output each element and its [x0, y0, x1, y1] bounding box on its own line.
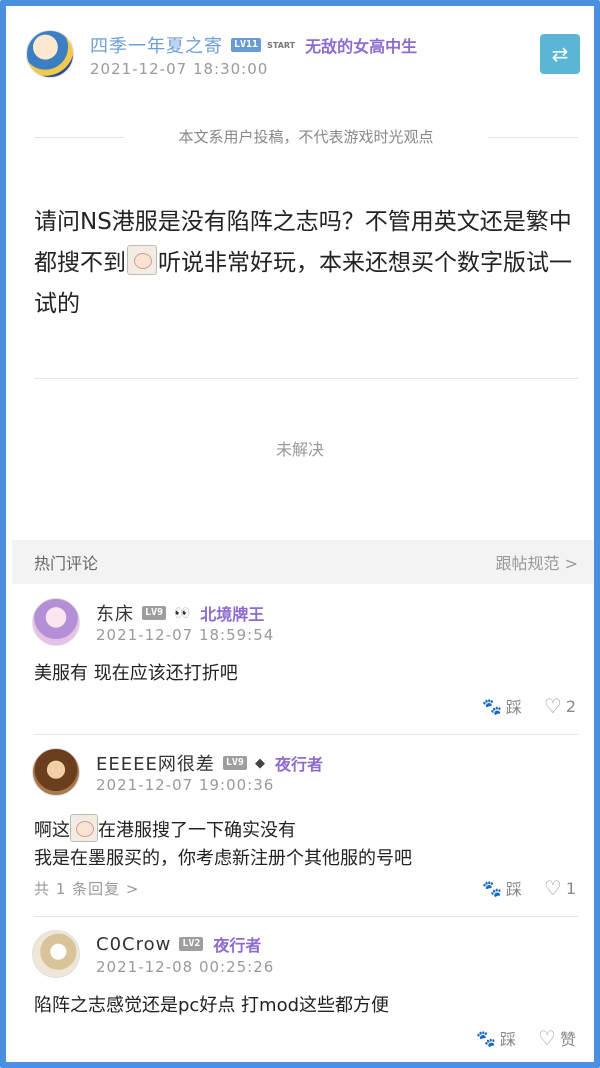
comment-item: 东床 LV9 👀 北境牌王 2021-12-07 18:59:54 美服有 现在…: [32, 598, 578, 728]
sticker-emoji-icon: [127, 245, 157, 275]
gem-medal-icon: ◆: [254, 755, 265, 771]
comment-text-part-2: 在港服搜了一下确实没有: [98, 820, 296, 841]
post-body: 请问NS港服是没有陷阵之志吗？不管用英文还是繁中都搜不到 听说非常好玩，本来还想买…: [34, 202, 582, 325]
commenter-name-line: C0Crow LV2 夜行者: [96, 932, 261, 956]
disclaimer: 本文系用户投稿，不代表游戏时光观点: [34, 124, 578, 152]
commenter-name-line: EEEEE网很差 LV9 ◆ 夜行者: [96, 750, 323, 776]
commenter-avatar[interactable]: [32, 930, 80, 978]
step-button[interactable]: 🐾 踩: [482, 876, 522, 900]
divider: [34, 378, 578, 379]
author-name-line: 四季一年夏之寄 LV11 START 无敌的女高中生: [90, 32, 417, 58]
comment-text: 陷阵之志感觉还是pc好点 打mod这些都方便: [34, 995, 390, 1016]
like-label: 赞: [559, 1030, 576, 1049]
like-count: 1: [565, 878, 576, 898]
like-button[interactable]: ♡ 2: [544, 694, 576, 718]
hot-comments-bar: 热门评论 跟帖规范 >: [12, 540, 594, 584]
comment-actions: 🐾 踩 ♡ 1: [482, 876, 576, 900]
status-unsolved: 未解决: [275, 440, 324, 459]
comment-date: 2021-12-08 00:25:26: [96, 958, 275, 976]
post-header: 四季一年夏之寄 LV11 START 无敌的女高中生 2021-12-07 18…: [26, 26, 580, 90]
level-badge: LV2: [179, 937, 204, 951]
reply-count-link[interactable]: 共 1 条回复 >: [34, 878, 139, 899]
author-title: 无敌的女高中生: [305, 37, 418, 56]
commenter-title: 夜行者: [213, 936, 262, 955]
comment-text-part-1: 啊这: [34, 820, 70, 841]
like-button[interactable]: ♡ 1: [544, 876, 576, 900]
comment-item: EEEEE网很差 LV9 ◆ 夜行者 2021-12-07 19:00:36 啊…: [32, 748, 578, 908]
comment-actions: 🐾 踩 ♡ 赞: [476, 1026, 576, 1050]
comment-item: C0Crow LV2 夜行者 2021-12-08 00:25:26 陷阵之志感…: [32, 930, 578, 1060]
hot-comments-title: 热门评论: [34, 554, 99, 573]
paw-icon: 🐾: [476, 1028, 497, 1048]
post-page: 四季一年夏之寄 LV11 START 无敌的女高中生 2021-12-07 18…: [0, 0, 600, 1068]
commenter-name[interactable]: 东床: [96, 600, 134, 626]
commenter-name[interactable]: C0Crow: [96, 934, 171, 955]
heart-icon: ♡: [543, 694, 562, 718]
like-count: 2: [565, 696, 576, 716]
sticker-emoji-icon: [70, 814, 98, 842]
swap-icon: ⇄: [551, 42, 569, 66]
comment-actions: 🐾 踩 ♡ 2: [482, 694, 576, 718]
posting-rules-link[interactable]: 跟帖规范 >: [496, 550, 579, 574]
commenter-avatar[interactable]: [32, 598, 80, 646]
switch-button[interactable]: ⇄: [540, 34, 580, 74]
paw-icon: 🐾: [481, 696, 502, 716]
heart-icon: ♡: [538, 1026, 556, 1050]
comment-date: 2021-12-07 19:00:36: [96, 776, 275, 794]
author-avatar[interactable]: [26, 30, 74, 78]
comment-text: 美服有 现在应该还打折吧: [34, 663, 238, 684]
commenter-title: 北境牌王: [200, 605, 265, 624]
start-tag: START: [267, 40, 296, 50]
level-badge: LV9: [142, 606, 167, 620]
divider: [488, 137, 578, 138]
heart-icon: ♡: [543, 876, 562, 900]
author-name[interactable]: 四季一年夏之寄: [90, 32, 223, 58]
commenter-name-line: 东床 LV9 👀 北境牌王: [96, 600, 264, 626]
eyes-medal-icon: 👀: [174, 605, 191, 621]
post-date: 2021-12-07 18:30:00: [90, 60, 269, 78]
step-label: 踩: [505, 880, 522, 899]
level-badge: LV9: [222, 756, 247, 770]
commenter-name[interactable]: EEEEE网很差: [96, 750, 215, 776]
step-button[interactable]: 🐾 踩: [482, 694, 522, 718]
like-button[interactable]: ♡ 赞: [538, 1026, 576, 1050]
step-label: 踩: [505, 698, 522, 717]
comment-text-line-2: 我是在墨服买的，你考虑新注册个其他服的号吧: [34, 848, 412, 869]
commenter-avatar[interactable]: [32, 748, 80, 796]
paw-icon: 🐾: [481, 878, 502, 898]
commenter-title: 夜行者: [274, 755, 323, 774]
divider: [34, 734, 578, 735]
divider: [34, 916, 578, 917]
level-badge: LV11: [231, 38, 262, 52]
step-label: 踩: [500, 1030, 517, 1049]
step-button[interactable]: 🐾 踩: [476, 1026, 516, 1050]
comment-date: 2021-12-07 18:59:54: [96, 626, 275, 644]
comment-text: 啊这 在港服搜了一下确实没有我是在墨服买的，你考虑新注册个其他服的号吧: [34, 814, 412, 873]
